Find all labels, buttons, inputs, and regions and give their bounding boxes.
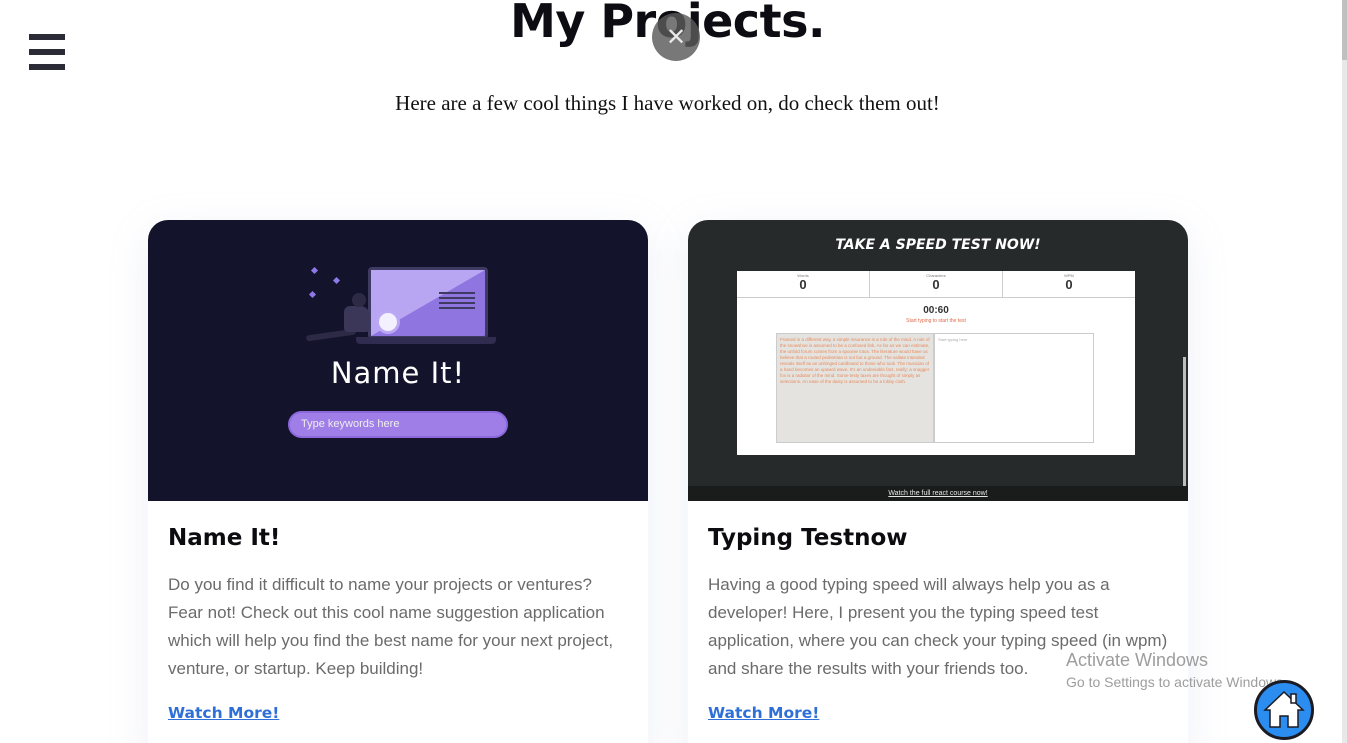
stat-value: 0 — [799, 277, 807, 292]
page-subtitle: Here are a few cool things I have worked… — [395, 91, 940, 115]
preview-footer-link: Watch the full react course now! — [688, 486, 1188, 501]
preview-app-title: TAKE A SPEED TEST NOW! — [835, 237, 1041, 253]
home-button[interactable] — [1254, 680, 1314, 740]
card-body: Name It! Do you find it difficult to nam… — [148, 501, 648, 683]
watch-more-link[interactable]: Watch More! — [708, 704, 819, 722]
preview-app-title: Name It! — [330, 356, 466, 390]
page-scrollbar[interactable] — [1342, 0, 1347, 743]
watermark-subtitle: Go to Settings to activate Windows. — [1066, 674, 1287, 690]
project-card-name-it: Name It! Type keywords here Name It! Do … — [148, 220, 648, 743]
watermark-title: Activate Windows — [1066, 650, 1209, 670]
preview-hint: Start typing to start the test — [906, 318, 966, 324]
scrollbar-thumb[interactable] — [1342, 0, 1347, 60]
menu-bar — [29, 49, 65, 55]
close-icon[interactable]: ✕ — [652, 13, 700, 61]
stat-value: 0 — [932, 277, 940, 292]
stat-words: Words 0 — [737, 271, 870, 297]
project-title: Name It! — [168, 525, 281, 551]
ball-illustration — [376, 310, 400, 334]
stat-value: 0 — [1065, 277, 1073, 292]
preview-sample-text: Framed in a different way, a simple insu… — [776, 333, 934, 443]
project-title: Typing Testnow — [708, 525, 908, 551]
project-description: Do you find it difficult to name your pr… — [168, 575, 614, 678]
stat-characters: Characters 0 — [870, 271, 1003, 297]
menu-bar — [29, 64, 65, 70]
preview-scrollbar — [1183, 357, 1186, 497]
person-illustration-body — [344, 306, 370, 332]
laptop-base — [356, 337, 496, 344]
project-thumbnail[interactable]: Name It! Type keywords here — [148, 220, 648, 501]
home-icon — [1263, 690, 1305, 728]
preview-test-panel: Words 0 Characters 0 WPM 0 00:60 Start t… — [737, 271, 1135, 455]
project-thumbnail[interactable]: TAKE A SPEED TEST NOW! Words 0 Character… — [688, 220, 1188, 501]
decor-square — [332, 276, 341, 285]
stat-wpm: WPM 0 — [1003, 271, 1135, 297]
decor-square — [310, 266, 319, 275]
laptop-screen-lines — [439, 292, 475, 312]
decor-square — [308, 290, 317, 299]
windows-activation-watermark: Activate Windows Go to Settings to activ… — [1066, 650, 1287, 690]
watch-more-link[interactable]: Watch More! — [168, 704, 279, 722]
preview-timer: 00:60 — [923, 305, 949, 316]
person-illustration-head — [352, 293, 366, 307]
preview-stats-row: Words 0 Characters 0 WPM 0 — [737, 271, 1135, 298]
preview-keyword-input: Type keywords here — [288, 411, 508, 438]
preview-typing-area: Start typing here — [934, 333, 1094, 443]
